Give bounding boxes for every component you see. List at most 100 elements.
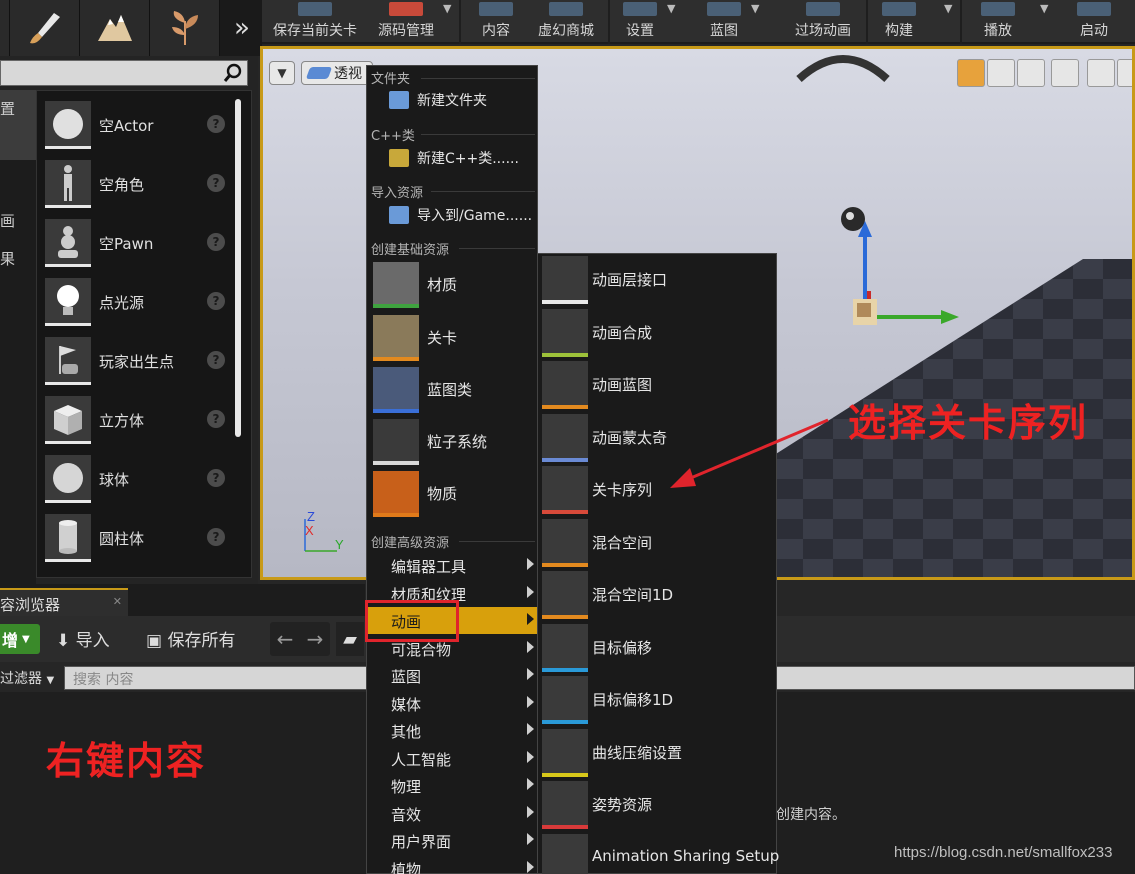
basic-asset-material[interactable]: 材质	[371, 260, 535, 310]
place-item-sphere[interactable]: 球体 ?	[45, 453, 235, 507]
world-space-icon[interactable]	[1051, 59, 1079, 87]
submenu-arrow-icon	[527, 640, 534, 653]
advanced-asset-item[interactable]: 其他	[367, 717, 537, 744]
chevron-down-icon[interactable]: ▼	[443, 2, 451, 15]
move-tool-icon[interactable]	[957, 59, 985, 87]
submenu-item[interactable]: Animation Sharing Setup	[538, 832, 779, 874]
place-item-label: 立方体	[99, 412, 145, 430]
save-all-button[interactable]: ▣ 保存所有	[146, 626, 235, 651]
content-search-placeholder: 搜索 内容	[73, 672, 134, 688]
mode-tab-partial[interactable]	[0, 0, 10, 56]
settings-button[interactable]: 设置	[618, 0, 662, 44]
cinematics-button[interactable]: 过场动画	[774, 0, 872, 44]
import-to-game-item[interactable]: 导入到/Game......	[389, 203, 532, 227]
annotation-right-click-content: 右键内容	[46, 739, 207, 783]
basic-asset-blueprint-class[interactable]: 蓝图类	[371, 365, 535, 415]
advanced-asset-item[interactable]: 植物	[367, 855, 537, 874]
place-item-point-light[interactable]: 点光源 ?	[45, 276, 235, 330]
place-item-empty-character[interactable]: 空角色 ?	[45, 158, 235, 212]
close-icon[interactable]: ✕	[113, 595, 122, 608]
basic-asset-substance[interactable]: 物质	[371, 469, 535, 519]
place-item-cylinder[interactable]: 圆柱体 ?	[45, 512, 235, 566]
advanced-asset-item[interactable]: 用户界面	[367, 827, 537, 854]
paint-mode-tab[interactable]	[10, 0, 80, 56]
foliage-mode-tab[interactable]	[150, 0, 220, 56]
build-button[interactable]: 构建	[874, 0, 924, 44]
advanced-asset-item[interactable]: 人工智能	[367, 745, 537, 772]
grid-snap-icon[interactable]	[1117, 59, 1132, 87]
new-folder-item[interactable]: 新建文件夹	[389, 88, 487, 112]
chevron-down-icon[interactable]: ▼	[751, 2, 759, 15]
mode-more-button[interactable]: »	[222, 0, 262, 56]
submenu-item[interactable]: 曲线压缩设置	[538, 727, 776, 779]
add-new-button[interactable]: 增 ▼	[0, 624, 40, 654]
filters-button[interactable]: 过滤器 ▼	[0, 668, 54, 688]
place-list-scrollbar[interactable]	[235, 99, 241, 437]
advanced-asset-item[interactable]: 物理	[367, 772, 537, 799]
blueprints-button[interactable]: 蓝图	[702, 0, 746, 44]
help-icon[interactable]: ?	[207, 174, 225, 192]
submenu-item[interactable]: 混合空间	[538, 517, 776, 569]
submenu-item[interactable]: 动画合成	[538, 307, 776, 359]
forward-arrow-icon[interactable]: →	[307, 627, 324, 651]
category-item[interactable]: 画	[0, 210, 36, 231]
perspective-button[interactable]: 透视	[301, 61, 373, 85]
marketplace-button[interactable]: 虚幻商城	[532, 0, 600, 44]
submenu-item[interactable]: 姿势资源	[538, 779, 776, 831]
chevron-down-icon[interactable]: ▼	[944, 2, 952, 15]
advanced-asset-item[interactable]: 编辑器工具	[367, 552, 537, 579]
section-divider	[431, 191, 535, 192]
sphere-icon	[45, 455, 91, 503]
submenu-item[interactable]: 目标偏移	[538, 622, 776, 674]
help-icon[interactable]: ?	[207, 351, 225, 369]
transform-gizmo[interactable]	[803, 199, 963, 349]
content-browser-tab[interactable]: 容浏览器 ✕	[0, 588, 128, 616]
back-arrow-icon[interactable]: ←	[277, 627, 294, 651]
submenu-item[interactable]: 混合空间1D	[538, 569, 776, 621]
place-item-empty-pawn[interactable]: 空Pawn ?	[45, 217, 235, 271]
scale-tool-icon[interactable]	[1017, 59, 1045, 87]
launch-button[interactable]: 启动	[1072, 0, 1116, 44]
new-cpp-class-item[interactable]: 新建C++类......	[389, 146, 519, 170]
chevron-down-icon[interactable]: ▼	[1040, 2, 1048, 15]
advanced-asset-item[interactable]: 媒体	[367, 690, 537, 717]
content-context-menu: 文件夹 新建文件夹 C++类 新建C++类...... 导入资源 导入到/Gam…	[365, 65, 538, 874]
advanced-asset-item[interactable]: 蓝图	[367, 662, 537, 689]
submenu-item[interactable]: 动画层接口	[538, 254, 776, 306]
basic-asset-particle-system[interactable]: 粒子系统	[371, 417, 535, 467]
submenu-arrow-icon	[527, 585, 534, 598]
submenu-item-icon	[542, 361, 588, 409]
submenu-arrow-icon	[527, 778, 534, 790]
submenu-item[interactable]: 目标偏移1D	[538, 674, 776, 726]
help-icon[interactable]: ?	[207, 233, 225, 251]
substance-icon	[373, 471, 419, 517]
landscape-mode-tab[interactable]	[80, 0, 150, 56]
save-level-button[interactable]: 保存当前关卡	[268, 0, 362, 44]
help-icon[interactable]: ?	[207, 115, 225, 133]
save-icon: ▣	[146, 631, 163, 651]
import-button[interactable]: ⬇ 导入	[56, 626, 110, 651]
source-control-button[interactable]: 源码管理	[372, 0, 440, 44]
help-icon[interactable]: ?	[207, 410, 225, 428]
place-search-input[interactable]	[0, 60, 248, 86]
submenu-item[interactable]: 动画蓝图	[538, 359, 776, 411]
rotate-tool-icon[interactable]	[987, 59, 1015, 87]
play-button[interactable]: 播放	[976, 0, 1020, 44]
help-icon[interactable]: ?	[207, 292, 225, 310]
place-item-cube[interactable]: 立方体 ?	[45, 394, 235, 448]
search-icon[interactable]	[223, 63, 243, 83]
content-button[interactable]: 内容	[474, 0, 518, 44]
category-item[interactable]: 果	[0, 248, 36, 269]
surface-snap-icon[interactable]	[1087, 59, 1115, 87]
place-item-empty-actor[interactable]: 空Actor ?	[45, 99, 235, 153]
viewport-options-button[interactable]: ▼	[269, 61, 295, 85]
category-item[interactable]: 置	[0, 98, 36, 119]
chevron-down-icon[interactable]: ▼	[667, 2, 675, 15]
place-item-player-start[interactable]: 玩家出生点 ?	[45, 335, 235, 389]
folder-icon[interactable]: ▰	[336, 622, 364, 656]
help-icon[interactable]: ?	[207, 528, 225, 546]
basic-asset-level[interactable]: 关卡	[371, 313, 535, 363]
help-icon[interactable]: ?	[207, 469, 225, 487]
advanced-asset-item[interactable]: 音效	[367, 800, 537, 827]
basic-asset-label: 粒子系统	[427, 433, 488, 451]
